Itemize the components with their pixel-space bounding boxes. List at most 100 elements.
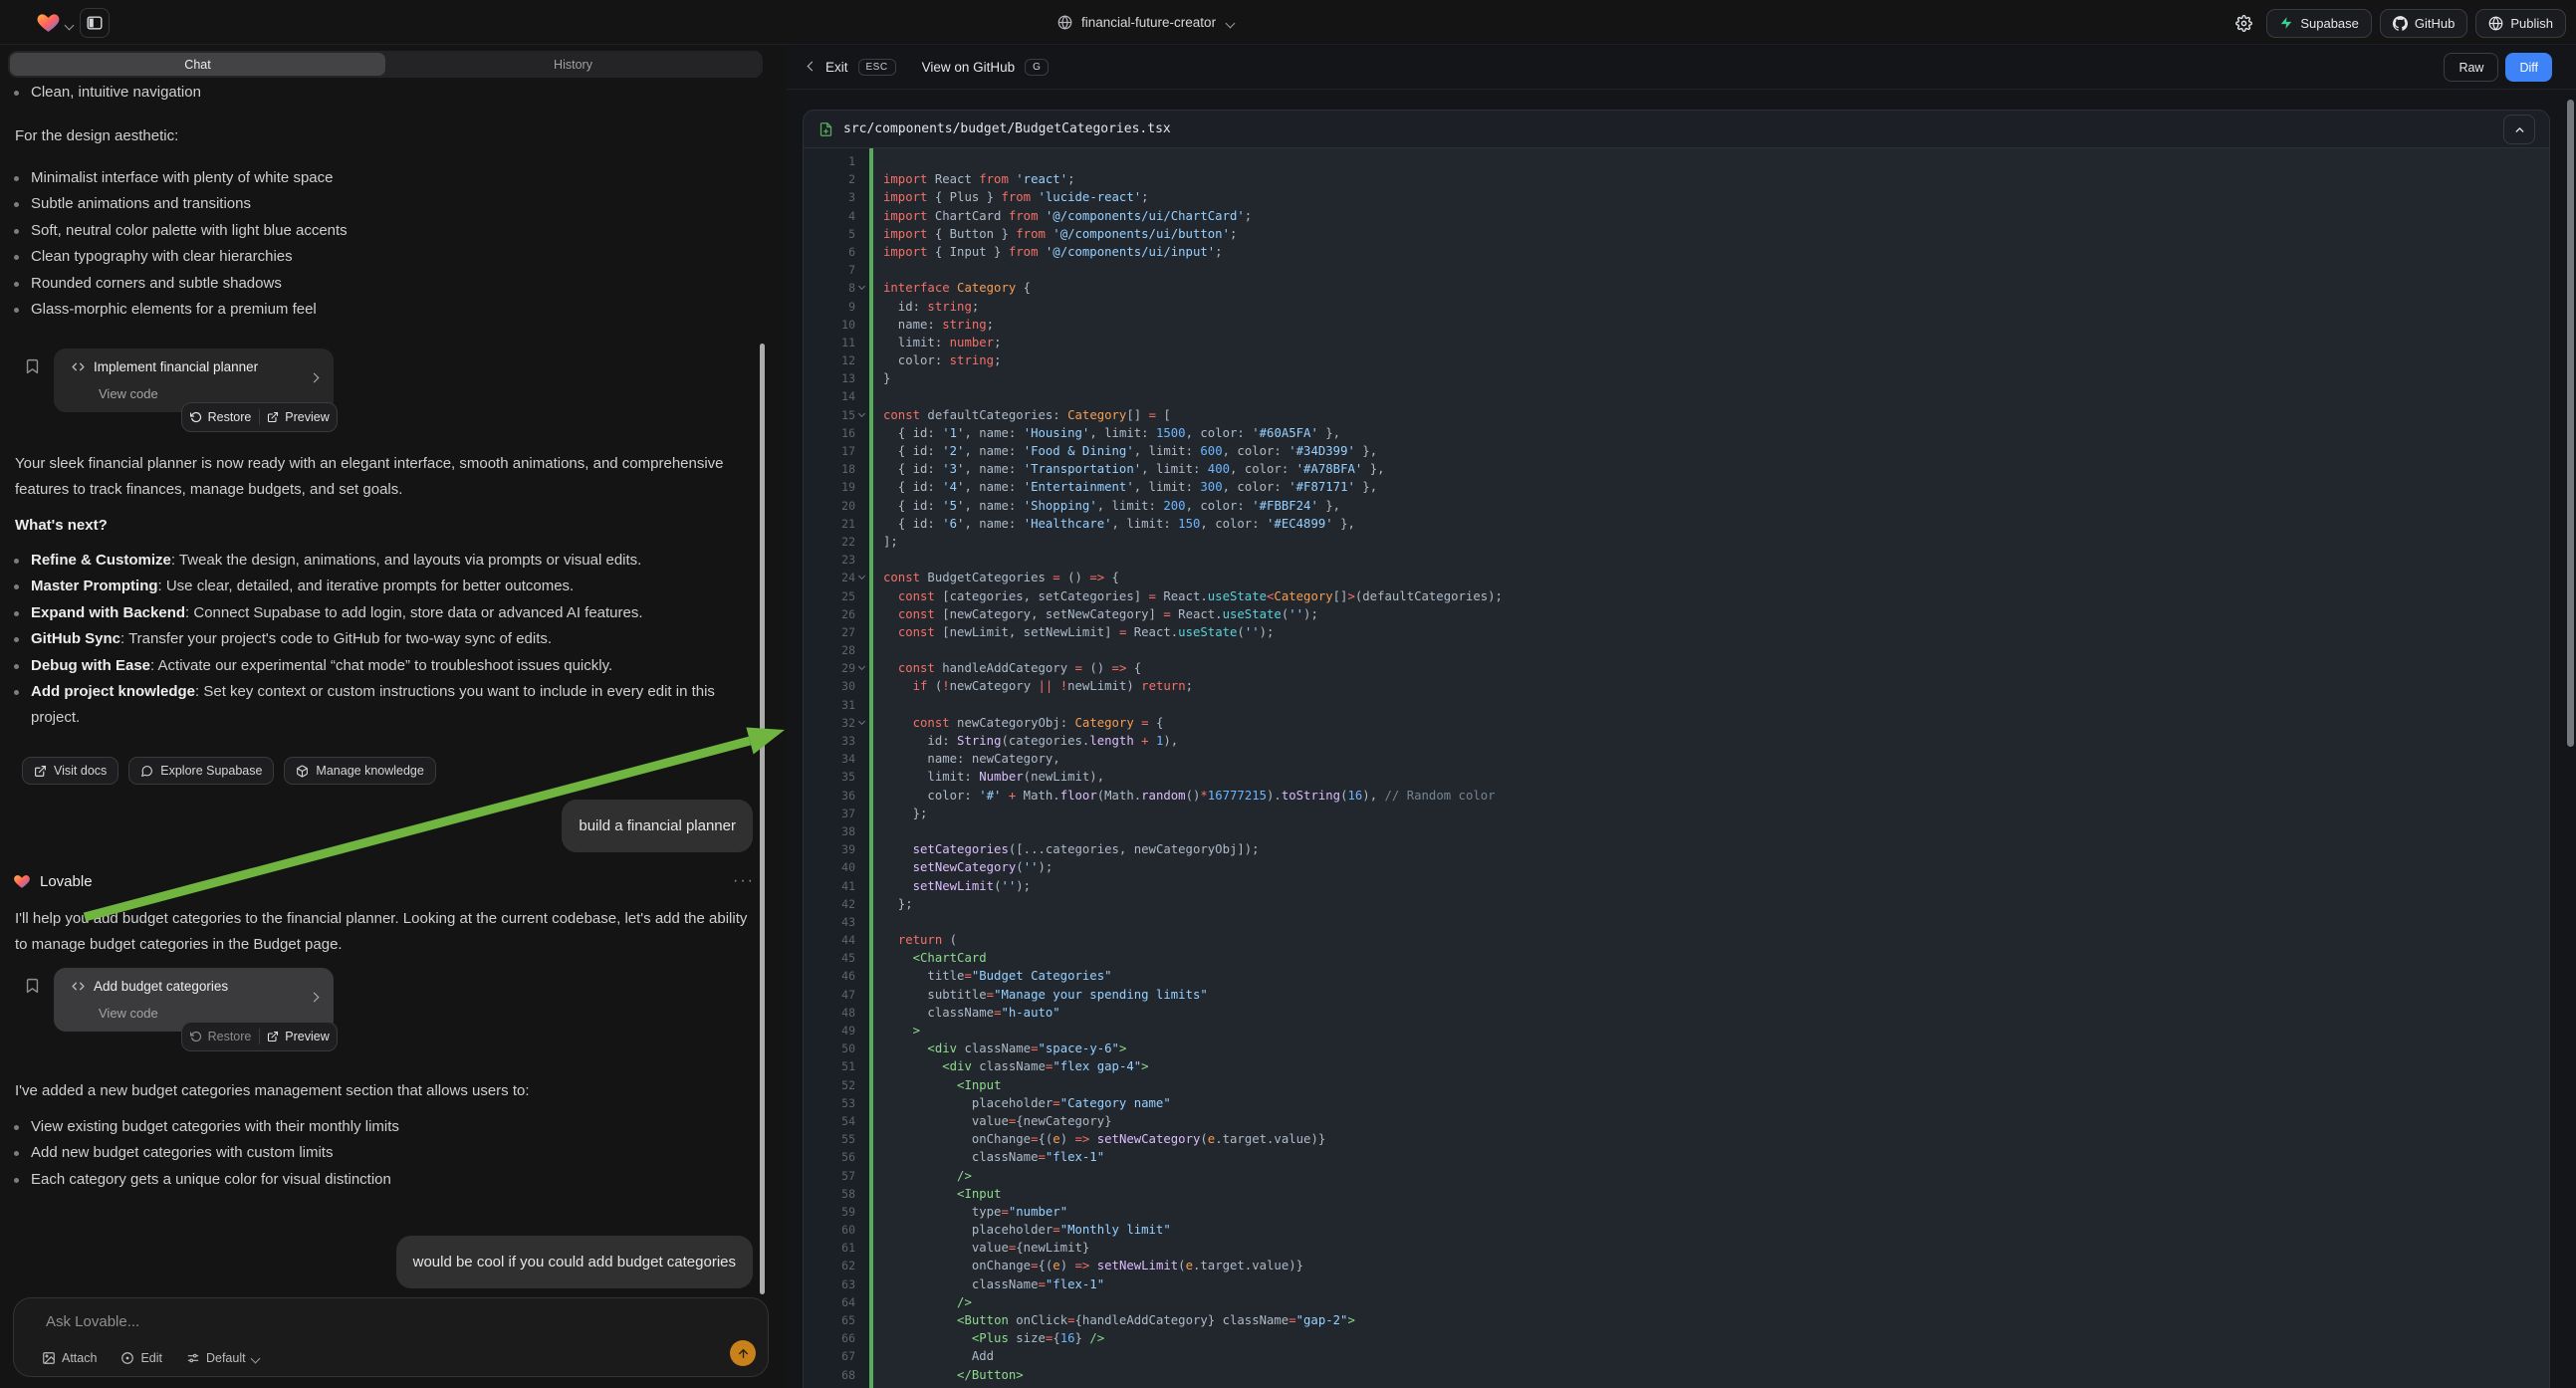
code-line: 14: [804, 387, 2549, 405]
code-line: 39 setCategories([...categories, newCate…: [804, 840, 2549, 858]
code-line: 44 return (: [804, 931, 2549, 949]
view-code-link[interactable]: View code: [99, 1006, 158, 1021]
publish-button[interactable]: Publish: [2475, 9, 2566, 38]
code-line: 10 name: string;: [804, 316, 2549, 334]
bullet-item: Refine & Customize: Tweak the design, an…: [0, 548, 753, 574]
code-line: 11 limit: number;: [804, 334, 2549, 351]
panel-left-icon: [87, 15, 103, 31]
code-line: 57 />: [804, 1167, 2549, 1185]
lovable-logo-icon[interactable]: [36, 10, 61, 35]
code-line: 29 const handleAddCategory = () => {: [804, 659, 2549, 677]
preview-button[interactable]: Preview: [260, 1030, 337, 1043]
view-code-link[interactable]: View code: [99, 386, 158, 401]
code-line: 42 };: [804, 895, 2549, 913]
code-line: 38: [804, 822, 2549, 840]
code-line: 19 { id: '4', name: 'Entertainment', lim…: [804, 478, 2549, 496]
code-line: 40 setNewCategory('');: [804, 858, 2549, 876]
send-button[interactable]: [730, 1340, 756, 1366]
chat-input[interactable]: [44, 1312, 641, 1331]
publish-globe-icon: [2488, 16, 2503, 31]
explore-supabase-button[interactable]: Explore Supabase: [128, 757, 274, 785]
settings-button[interactable]: [2228, 8, 2258, 38]
workspace-chevron-down-icon[interactable]: [66, 16, 73, 34]
fold-chevron-icon[interactable]: [858, 718, 865, 725]
code-icon: [72, 980, 85, 993]
code-line: 18 { id: '3', name: 'Transportation', li…: [804, 460, 2549, 478]
mode-label: Default: [206, 1351, 246, 1365]
bullet-item: Clean typography with clear hierarchies: [0, 244, 753, 270]
manage-knowledge-button[interactable]: Manage knowledge: [284, 757, 435, 785]
code-line: 60 placeholder="Monthly limit": [804, 1221, 2549, 1239]
bookmark-icon[interactable]: [24, 976, 41, 996]
bookmark-icon[interactable]: [24, 356, 41, 376]
file-card-header[interactable]: src/components/budget/BudgetCategories.t…: [804, 111, 2549, 148]
code-line: 41 setNewLimit('');: [804, 877, 2549, 895]
fold-chevron-icon[interactable]: [858, 410, 865, 417]
edit-mode-button[interactable]: Edit: [120, 1351, 162, 1365]
code-view-panel: Exit ESC View on GitHub G Raw Diff src/c…: [787, 45, 2576, 1388]
chevron-up-icon: [2513, 123, 2526, 136]
collapse-file-button[interactable]: [2503, 115, 2535, 144]
visit-docs-button[interactable]: Visit docs: [22, 757, 118, 785]
version-card-title: Implement financial planner: [94, 359, 258, 374]
restore-button[interactable]: Restore: [182, 410, 259, 424]
code-line: 20 { id: '5', name: 'Shopping', limit: 2…: [804, 497, 2549, 515]
code-line: 47 subtitle="Manage your spending limits…: [804, 986, 2549, 1004]
tab-history[interactable]: History: [385, 53, 761, 76]
preview-button[interactable]: Preview: [260, 410, 337, 424]
code-line: 61 value={newLimit}: [804, 1239, 2549, 1257]
version-actions-toolbar: Restore Preview: [181, 1022, 338, 1051]
code-editor[interactable]: 12import React from 'react';3import { Pl…: [804, 148, 2549, 1388]
code-line: 45 <ChartCard: [804, 949, 2549, 967]
fold-chevron-icon[interactable]: [858, 573, 865, 579]
attach-button[interactable]: Attach: [42, 1351, 97, 1365]
toggle-sidebar-button[interactable]: [80, 8, 110, 38]
mode-selector[interactable]: Default: [186, 1351, 259, 1365]
supabase-label: Supabase: [2300, 16, 2359, 31]
fold-chevron-icon[interactable]: [858, 663, 865, 670]
code-line: 51 <div className="flex gap-4">: [804, 1057, 2549, 1075]
code-line: 28: [804, 641, 2549, 659]
github-button[interactable]: GitHub: [2380, 9, 2467, 38]
image-icon: [42, 1351, 56, 1365]
target-icon: [120, 1351, 134, 1365]
exit-button[interactable]: Exit ESC: [809, 59, 896, 76]
bullet-item: Minimalist interface with plenty of whit…: [0, 165, 753, 191]
raw-toggle-button[interactable]: Raw: [2444, 53, 2498, 82]
diff-toggle-button[interactable]: Diff: [2505, 53, 2552, 82]
code-line: 49 >: [804, 1022, 2549, 1040]
bullet-item: Add project knowledge: Set key context o…: [0, 679, 753, 732]
added-bullet-list: View existing budget categories with the…: [0, 1114, 753, 1193]
chevron-right-icon: [311, 988, 318, 1006]
message-more-button[interactable]: ···: [733, 872, 755, 890]
top-bar: financial-future-creator Supabase GitHub: [0, 0, 2576, 45]
bullet-item: Subtle animations and transitions: [0, 191, 753, 217]
code-line: 64 />: [804, 1293, 2549, 1311]
code-line: 32 const newCategoryObj: Category = {: [804, 714, 2549, 732]
code-line: 31: [804, 696, 2549, 714]
chat-composer: Attach Edit Default: [13, 1297, 769, 1377]
chat-history-tabs: Chat History: [8, 51, 763, 78]
project-switcher[interactable]: financial-future-creator: [1057, 0, 1234, 45]
code-line: 5import { Button } from '@/components/ui…: [804, 225, 2549, 243]
quick-action-chips: Visit docs Explore Supabase Manage knowl…: [22, 757, 436, 785]
code-line: 21 { id: '6', name: 'Healthcare', limit:…: [804, 515, 2549, 533]
design-bullet-list: Minimalist interface with plenty of whit…: [0, 165, 753, 323]
explore-supabase-label: Explore Supabase: [160, 764, 262, 778]
code-line: 48 className="h-auto": [804, 1004, 2549, 1022]
visit-docs-label: Visit docs: [54, 764, 107, 778]
attach-label: Attach: [62, 1351, 97, 1365]
fold-chevron-icon[interactable]: [858, 283, 865, 290]
view-on-github-button[interactable]: View on GitHub G: [922, 59, 1050, 76]
restore-button-disabled[interactable]: Restore: [182, 1030, 259, 1043]
chat-scrollbar[interactable]: [760, 344, 765, 1294]
supabase-button[interactable]: Supabase: [2266, 9, 2372, 38]
esc-key-badge: ESC: [858, 59, 896, 76]
code-line: 36 color: '#' + Math.floor(Math.random()…: [804, 787, 2549, 805]
restore-label: Restore: [208, 1030, 252, 1043]
code-line: 56 className="flex-1": [804, 1148, 2549, 1166]
code-panel-scrollbar[interactable]: [2567, 100, 2574, 747]
tab-chat[interactable]: Chat: [10, 53, 385, 76]
file-added-icon: [819, 120, 833, 138]
lovable-app-window: financial-future-creator Supabase GitHub: [0, 0, 2576, 1388]
